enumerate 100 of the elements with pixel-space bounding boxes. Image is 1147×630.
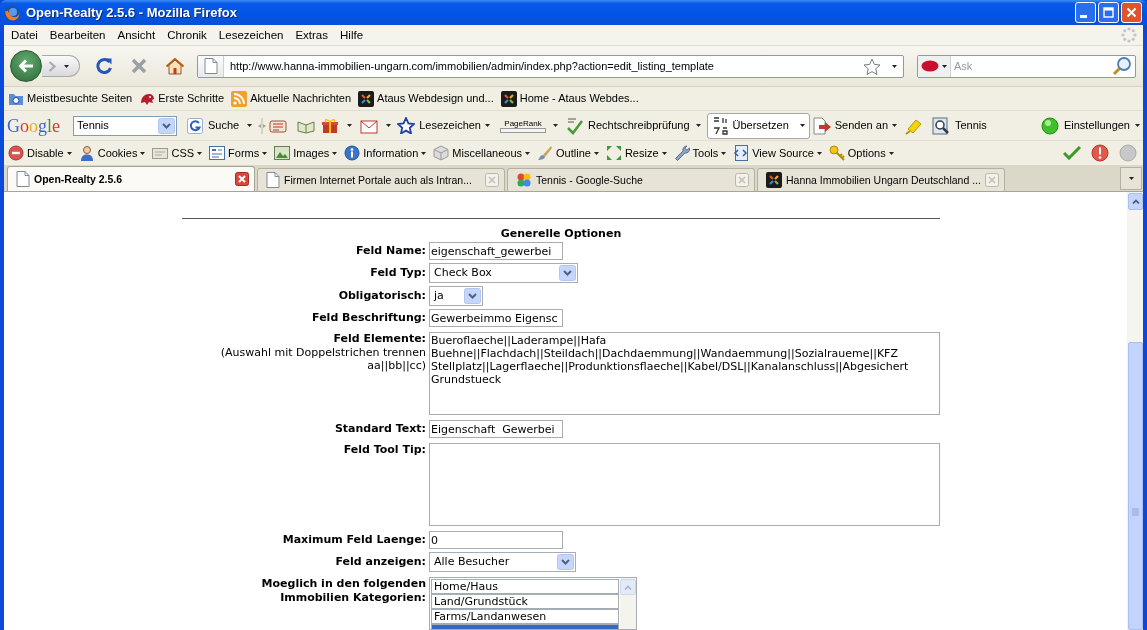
- send-button[interactable]: Senden an: [812, 116, 897, 135]
- newspaper-icon[interactable]: [268, 117, 289, 134]
- key-icon: [828, 145, 845, 161]
- caret-icon: [66, 151, 72, 155]
- close-icon[interactable]: [235, 172, 249, 186]
- scrollbar-thumb[interactable]: [1128, 342, 1143, 630]
- settings-button[interactable]: Einstellungen: [1040, 116, 1140, 135]
- cookies-menu-button[interactable]: Cookies: [78, 144, 146, 162]
- text-field[interactable]: 0: [429, 531, 563, 549]
- images-menu-button[interactable]: Images: [274, 144, 338, 162]
- minimize-button[interactable]: [1075, 2, 1096, 23]
- field-label: Feld anzeigen:: [335, 555, 426, 569]
- google-logo: Google: [7, 115, 60, 136]
- scroll-up-button[interactable]: [1128, 193, 1143, 210]
- menu-item[interactable]: Chronik: [161, 27, 213, 43]
- firefox-logo-icon: [4, 4, 20, 21]
- search-logo-icon: [187, 117, 203, 134]
- maximize-icon: [1103, 7, 1114, 18]
- bookmark-item[interactable]: Ataus Webdesign und...: [358, 90, 494, 107]
- page-icon: [203, 58, 218, 74]
- resize-menu-button[interactable]: Resize: [605, 144, 667, 162]
- browser-tab[interactable]: Firmen Internet Portale auch als Intran...: [257, 168, 505, 191]
- dropdown[interactable]: Alle Besucher: [429, 552, 576, 572]
- reload-icon[interactable]: [95, 57, 113, 75]
- gift-icon[interactable]: [321, 117, 340, 134]
- maximize-button[interactable]: [1098, 2, 1119, 23]
- text-field[interactable]: eigenschaft_gewerbei: [429, 242, 563, 260]
- browser-tab[interactable]: Hanna Immobilien Ungarn Deutschland ...: [757, 168, 1005, 191]
- list-box[interactable]: Home/Haus Land/Grundstück Farms/Landanwesen: [429, 577, 637, 630]
- bookmark-item[interactable]: Erste Schritte: [139, 90, 225, 107]
- menu-item[interactable]: Hilfe: [334, 27, 370, 43]
- view-source-menu-button[interactable]: View Source: [733, 144, 822, 162]
- source-page-icon: [733, 145, 750, 161]
- field-label: Feld Elemente:: [333, 332, 426, 346]
- menu-item[interactable]: Ansicht: [111, 27, 162, 43]
- url-field[interactable]: http://www.hanna-immobilien-ungarn.com/immobilien/admin/index.php?action=edit_listing_template: [230, 57, 859, 75]
- search-field[interactable]: Ask: [954, 57, 1112, 75]
- search-combo[interactable]: Tennis: [73, 115, 177, 136]
- search-bar[interactable]: Ask: [917, 54, 1136, 78]
- stylesheet-icon: [152, 145, 169, 161]
- css-menu-button[interactable]: CSS: [152, 144, 203, 162]
- bookmark-item[interactable]: Aktuelle Nachrichten: [231, 90, 352, 107]
- check-icon[interactable]: [1063, 146, 1081, 160]
- dropdown[interactable]: ja: [429, 286, 483, 306]
- site-identity-button[interactable]: [198, 55, 224, 77]
- site-logo-icon: [500, 90, 517, 107]
- search-icon[interactable]: [1112, 56, 1132, 76]
- menu-item[interactable]: Datei: [5, 27, 44, 43]
- text-area[interactable]: Bueroflaeche||Laderampe||Hafa Buehne||Flachdach||Steildach||Dachdaemmung||Wandaemmung||Sozialraueme||KFZ Stellplatz||Lagerflaeche||Produnktionsflaeche||Kabel/DSL||Kanalanschluss||Abgesichert Grundstueck: [429, 332, 940, 415]
- spellcheck-button[interactable]: Rechtschreibprüfung: [566, 116, 690, 135]
- text-field[interactable]: Eigenschaft Gewerbei: [429, 420, 563, 438]
- list-option[interactable]: Land/Grundstück: [431, 594, 619, 609]
- caret-icon[interactable]: [553, 124, 558, 127]
- caret-icon[interactable]: [247, 124, 253, 127]
- caret-icon: [721, 151, 727, 155]
- bookmark-item[interactable]: Home - Ataus Webdes...: [500, 90, 639, 107]
- caret-icon: [140, 151, 146, 155]
- envelope-icon[interactable]: [360, 117, 379, 134]
- browser-tab[interactable]: Tennis - Google-Suche: [507, 168, 755, 191]
- cube-icon: [433, 145, 450, 161]
- close-button[interactable]: [1121, 2, 1142, 23]
- search-engine-button[interactable]: [918, 55, 951, 77]
- bookmarks-button[interactable]: Lesezeichen: [397, 117, 490, 134]
- search-button[interactable]: Suche: [187, 117, 240, 134]
- stop-icon[interactable]: [130, 57, 148, 75]
- caret-icon[interactable]: [386, 124, 392, 127]
- find-term-button[interactable]: Tennis: [932, 116, 987, 135]
- caret-icon[interactable]: [64, 64, 69, 68]
- miscellaneous-menu-button[interactable]: Miscellaneous: [433, 144, 531, 162]
- home-icon[interactable]: [165, 57, 185, 75]
- caret-icon[interactable]: [892, 64, 897, 68]
- menu-item[interactable]: Lesezeichen: [212, 27, 290, 43]
- query-field[interactable]: Tennis: [77, 118, 158, 133]
- error-icon[interactable]: [1091, 144, 1109, 162]
- list-option[interactable]: Farms/Landanwesen: [431, 609, 619, 624]
- outline-menu-button[interactable]: Outline: [537, 144, 599, 162]
- address-bar[interactable]: http://www.hanna-immobilien-ungarn.com/immobilien/admin/index.php?action=edit_listing_template: [197, 54, 904, 78]
- caret-icon[interactable]: [347, 124, 353, 127]
- caret-icon: [888, 151, 894, 155]
- list-option[interactable]: Home/Haus: [431, 579, 619, 594]
- menu-item[interactable]: Extras: [289, 27, 334, 43]
- text-field[interactable]: Gewerbeimmo Eigensc: [429, 309, 563, 327]
- list-option[interactable]: [431, 624, 619, 629]
- forms-menu-button[interactable]: Forms: [209, 144, 268, 162]
- menu-item[interactable]: Bearbeiten: [43, 27, 112, 43]
- caret-icon[interactable]: [695, 124, 701, 127]
- tools-menu-button[interactable]: Tools: [673, 144, 727, 162]
- picture-icon: [274, 145, 291, 161]
- toolbar-grip-icon[interactable]: [258, 116, 267, 135]
- close-icon: [1126, 7, 1137, 18]
- translate-button[interactable]: Übersetzen: [706, 112, 810, 139]
- browser-tab[interactable]: Open-Realty 2.5.6: [7, 166, 255, 191]
- disable-menu-button[interactable]: Disable: [8, 144, 72, 162]
- back-button[interactable]: [10, 50, 42, 82]
- dropdown[interactable]: Check Box: [429, 263, 578, 283]
- bookmark-item[interactable]: Meistbesuchte Seiten: [8, 90, 133, 107]
- options-menu-button[interactable]: Options: [828, 144, 894, 162]
- text-area[interactable]: [429, 443, 940, 526]
- star-icon[interactable]: [863, 57, 881, 75]
- information-menu-button[interactable]: Information: [344, 144, 427, 162]
